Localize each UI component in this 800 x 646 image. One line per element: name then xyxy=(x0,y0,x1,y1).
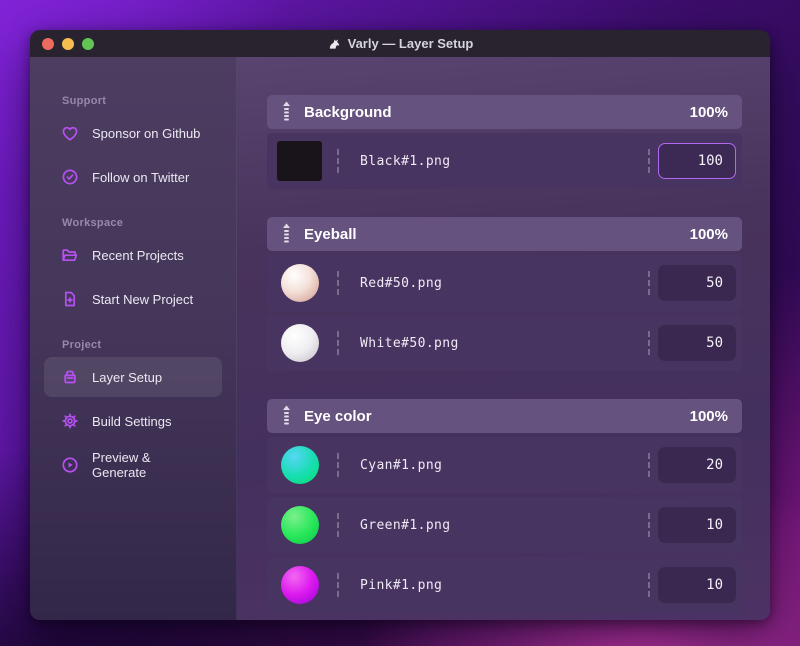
file-plus-icon xyxy=(60,289,80,309)
desktop-background: Varly — Layer Setup Support Sponsor on Gi… xyxy=(0,0,800,646)
divider-dashed-icon xyxy=(648,271,650,295)
divider-dashed-icon xyxy=(648,573,650,597)
group-title: Background xyxy=(304,103,392,121)
sidebar-item-label: Build Settings xyxy=(92,413,172,429)
sidebar: Support Sponsor on Github Follow on Twitte… xyxy=(30,57,237,620)
white-pearl-thumbnail xyxy=(280,324,319,362)
archive-icon xyxy=(60,367,80,387)
layer-thumbnail-wrap xyxy=(277,563,322,607)
layer-setup-panel: Background 100% Black#1.png Eyeball 100% Red#… xyxy=(237,57,770,620)
group-header: Eyeball 100% xyxy=(267,217,742,251)
group-weight: 100% xyxy=(689,407,728,425)
layer-group-eyeball: Eyeball 100% Red#50.png White#50.png xyxy=(267,217,742,371)
sidebar-section-label-project: Project xyxy=(62,339,102,351)
drag-handle-icon[interactable] xyxy=(281,405,292,427)
drag-handle-icon[interactable] xyxy=(281,101,292,123)
gear-icon xyxy=(60,411,80,431)
layer-filename: Cyan#1.png xyxy=(360,457,443,473)
layer-filename: Pink#1.png xyxy=(360,577,443,593)
sidebar-section-label-workspace: Workspace xyxy=(62,217,124,229)
badge-check-icon xyxy=(60,167,80,187)
window-body: Support Sponsor on Github Follow on Twitte… xyxy=(30,57,770,620)
layer-row: Green#1.png xyxy=(267,497,742,553)
layer-value-input[interactable] xyxy=(658,567,736,603)
app-window: Varly — Layer Setup Support Sponsor on Gi… xyxy=(30,30,770,620)
sidebar-item-layer-setup[interactable]: Layer Setup xyxy=(44,357,222,397)
close-button[interactable] xyxy=(42,37,54,50)
layer-thumbnail-wrap xyxy=(277,321,322,365)
traffic-lights xyxy=(42,30,94,57)
layer-row: Red#50.png xyxy=(267,255,742,311)
layer-group-eye-color: Eye color 100% Cyan#1.png Green#1.png Pink#1… xyxy=(267,399,742,613)
divider-dashed-icon xyxy=(337,513,339,537)
divider-dashed-icon xyxy=(648,513,650,537)
heart-icon xyxy=(60,123,80,143)
sidebar-item-start-new-project[interactable]: Start New Project xyxy=(44,279,222,319)
layer-filename: Green#1.png xyxy=(360,517,451,533)
layer-filename: Red#50.png xyxy=(360,275,443,291)
divider-dashed-icon xyxy=(648,331,650,355)
layer-value-input[interactable] xyxy=(658,447,736,483)
sidebar-item-preview-generate[interactable]: Preview & Generate xyxy=(44,445,222,485)
sidebar-item-label: Start New Project xyxy=(92,291,194,307)
cyan-ball-thumbnail xyxy=(280,446,319,484)
layer-row: Black#1.png xyxy=(267,133,742,189)
layer-row: White#50.png xyxy=(267,315,742,371)
sidebar-item-sponsor-on-github[interactable]: Sponsor on Github xyxy=(44,113,222,153)
layer-value-input[interactable] xyxy=(658,265,736,301)
layer-value-input[interactable] xyxy=(658,325,736,361)
divider-dashed-icon xyxy=(337,573,339,597)
sidebar-item-label: Preview & Generate xyxy=(92,450,151,480)
divider-dashed-icon xyxy=(648,453,650,477)
minimize-button[interactable] xyxy=(62,37,74,50)
layer-value-input[interactable] xyxy=(658,143,736,179)
divider-dashed-icon xyxy=(648,149,650,173)
layer-thumbnail-wrap xyxy=(277,139,322,183)
sidebar-item-follow-on-twitter[interactable]: Follow on Twitter xyxy=(44,157,222,197)
layer-filename: White#50.png xyxy=(360,335,459,351)
sidebar-item-label: Layer Setup xyxy=(92,369,163,385)
layer-value-input[interactable] xyxy=(658,507,736,543)
group-header: Eye color 100% xyxy=(267,399,742,433)
layer-row: Cyan#1.png xyxy=(267,437,742,493)
unicorn-icon xyxy=(327,36,342,51)
divider-dashed-icon xyxy=(337,331,339,355)
zoom-button[interactable] xyxy=(82,37,94,50)
titlebar[interactable]: Varly — Layer Setup xyxy=(30,30,770,57)
layer-group-background: Background 100% Black#1.png xyxy=(267,95,742,189)
window-title-text: Varly — Layer Setup xyxy=(347,36,474,51)
sidebar-item-label: Sponsor on Github xyxy=(92,125,201,141)
divider-dashed-icon xyxy=(337,149,339,173)
play-circle-icon xyxy=(60,455,80,475)
green-ball-thumbnail xyxy=(280,506,319,544)
layer-thumbnail-wrap xyxy=(277,261,322,305)
sidebar-section-label-support: Support xyxy=(62,95,107,107)
sidebar-item-label: Follow on Twitter xyxy=(92,169,190,185)
pink-ball-thumbnail xyxy=(280,566,319,604)
layer-filename: Black#1.png xyxy=(360,153,451,169)
divider-dashed-icon xyxy=(337,453,339,477)
layer-row: Pink#1.png xyxy=(267,557,742,613)
red-pearl-thumbnail xyxy=(280,264,319,302)
window-title: Varly — Layer Setup xyxy=(327,36,474,51)
black-square-thumbnail xyxy=(277,141,322,181)
layer-thumbnail-wrap xyxy=(277,443,322,487)
group-title: Eye color xyxy=(304,407,372,425)
group-header: Background 100% xyxy=(267,95,742,129)
sidebar-item-build-settings[interactable]: Build Settings xyxy=(44,401,222,441)
drag-handle-icon[interactable] xyxy=(281,223,292,245)
sidebar-item-recent-projects[interactable]: Recent Projects xyxy=(44,235,222,275)
sidebar-item-label: Recent Projects xyxy=(92,247,184,263)
group-weight: 100% xyxy=(689,225,728,243)
layer-thumbnail-wrap xyxy=(277,503,322,547)
group-title: Eyeball xyxy=(304,225,357,243)
divider-dashed-icon xyxy=(337,271,339,295)
group-weight: 100% xyxy=(689,103,728,121)
folder-icon xyxy=(60,245,80,265)
